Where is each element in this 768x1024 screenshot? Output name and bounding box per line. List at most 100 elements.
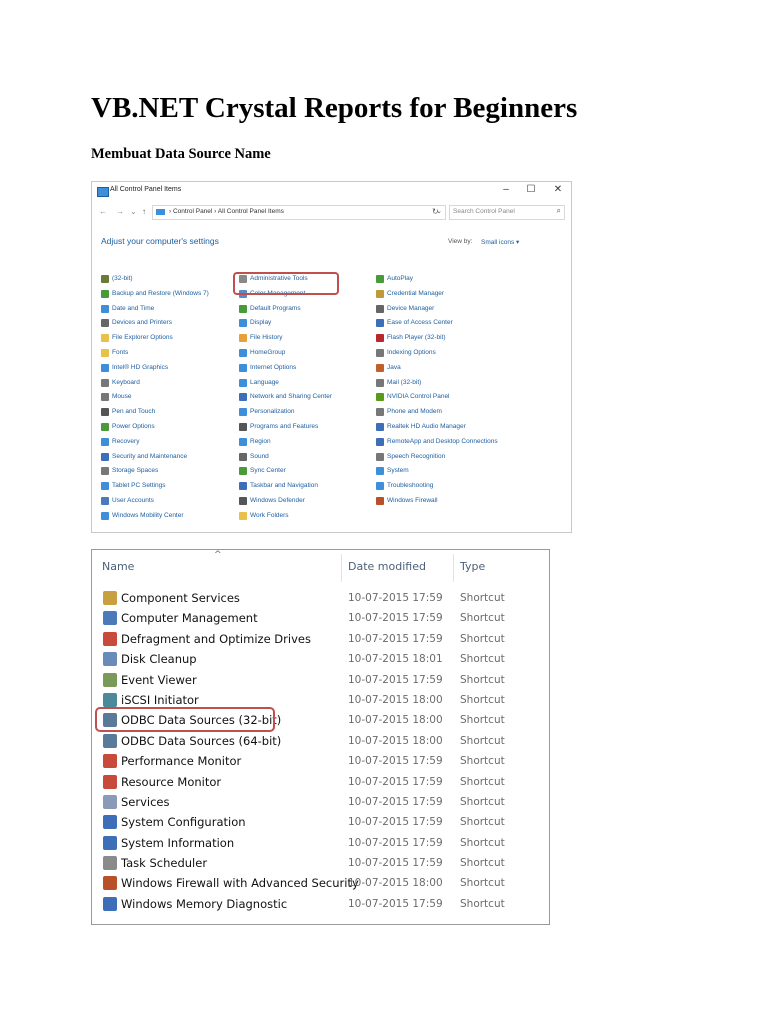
defender-icon [239, 496, 247, 505]
control-panel-item[interactable]: Recovery [101, 437, 209, 452]
view-by-dropdown[interactable]: Small icons ▾ [481, 238, 519, 246]
control-panel-item[interactable]: Mouse [101, 392, 209, 407]
file-row[interactable]: Resource Monitor 10-07-2015 17:59 Shortcut [92, 772, 549, 792]
control-panel-item[interactable]: Default Programs [239, 304, 332, 319]
file-type: Shortcut [460, 816, 505, 829]
back-arrow-icon[interactable]: ← [99, 207, 107, 216]
control-panel-item-label: Region [250, 437, 271, 445]
column-header-name[interactable]: Name [102, 560, 134, 573]
control-panel-item[interactable]: Taskbar and Navigation [239, 481, 332, 496]
recent-locations-icon[interactable]: ⌄ [130, 207, 137, 216]
control-panel-item[interactable]: HomeGroup [239, 348, 332, 363]
file-row[interactable]: ODBC Data Sources (64-bit) 10-07-2015 18:… [92, 731, 549, 751]
control-panel-item[interactable]: File History [239, 333, 332, 348]
control-panel-item[interactable]: Storage Spaces [101, 466, 209, 481]
control-panel-item[interactable]: System [376, 466, 498, 481]
homegroup-icon [239, 348, 247, 357]
file-row[interactable]: Performance Monitor 10-07-2015 17:59 Short… [92, 751, 549, 771]
tablet-icon [101, 482, 109, 491]
control-panel-item[interactable]: RemoteApp and Desktop Connections [376, 437, 498, 452]
control-panel-item[interactable]: Language [239, 378, 332, 393]
control-panel-item[interactable]: Ease of Access Center [376, 318, 498, 333]
address-path: › Control Panel › All Control Panel Item… [169, 208, 284, 215]
refresh-icon[interactable]: ↻ [432, 207, 439, 216]
folder-icon [101, 334, 109, 343]
control-panel-item[interactable]: Phone and Modem [376, 407, 498, 422]
control-panel-item[interactable]: Indexing Options [376, 348, 498, 363]
control-panel-item[interactable]: Pen and Touch [101, 407, 209, 422]
control-panel-item-label: Intel® HD Graphics [112, 363, 169, 371]
control-panel-item[interactable]: Flash Player (32-bit) [376, 333, 498, 348]
control-panel-item[interactable]: Intel® HD Graphics [101, 363, 209, 378]
close-button[interactable]: ✕ [550, 184, 566, 195]
file-row[interactable]: Computer Management 10-07-2015 17:59 Short… [92, 608, 549, 628]
control-panel-item-label: NVIDIA Control Panel [387, 393, 450, 401]
display-icon [239, 319, 247, 328]
control-panel-item-label: Power Options [112, 422, 155, 430]
up-arrow-icon[interactable]: ↑ [142, 207, 146, 216]
services-icon [103, 794, 117, 809]
control-panel-item[interactable]: Java [376, 363, 498, 378]
file-row[interactable]: Disk Cleanup 10-07-2015 18:01 Shortcut [92, 649, 549, 669]
column-divider[interactable] [453, 554, 454, 582]
control-panel-item[interactable]: Windows Mobility Center [101, 511, 209, 526]
file-date-modified: 10-07-2015 17:59 [348, 755, 443, 768]
control-panel-item[interactable]: Backup and Restore (Windows 7) [101, 289, 209, 304]
control-panel-item[interactable]: Display [239, 318, 332, 333]
file-type: Shortcut [460, 877, 505, 890]
control-panel-item[interactable]: Windows Firewall [376, 496, 498, 511]
control-panel-item-label: Work Folders [250, 511, 289, 519]
control-panel-item[interactable]: (32-bit) [101, 274, 209, 289]
mic-icon [376, 452, 384, 461]
search-input[interactable]: Search Control Panel ⌕ [449, 205, 565, 220]
control-panel-item[interactable]: Internet Options [239, 363, 332, 378]
control-panel-item[interactable]: Date and Time [101, 304, 209, 319]
control-panel-item[interactable]: Region [239, 437, 332, 452]
control-panel-item[interactable]: Work Folders [239, 511, 332, 526]
control-panel-item[interactable]: NVIDIA Control Panel [376, 392, 498, 407]
control-panel-item[interactable]: Realtek HD Audio Manager [376, 422, 498, 437]
control-panel-item-label: File History [250, 334, 283, 342]
column-divider[interactable] [341, 554, 342, 582]
control-panel-item[interactable]: Windows Defender [239, 496, 332, 511]
file-row[interactable]: Event Viewer 10-07-2015 17:59 Shortcut [92, 670, 549, 690]
control-panel-item[interactable]: Credential Manager [376, 289, 498, 304]
control-panel-item[interactable]: Mail (32-bit) [376, 378, 498, 393]
control-panel-item[interactable]: Security and Maintenance [101, 452, 209, 467]
control-panel-item[interactable]: Sync Center [239, 466, 332, 481]
control-panel-item[interactable]: Device Manager [376, 304, 498, 319]
file-row[interactable]: System Configuration 10-07-2015 17:59 Shor… [92, 812, 549, 832]
forward-arrow-icon[interactable]: → [116, 207, 124, 216]
control-panel-item[interactable]: Network and Sharing Center [239, 392, 332, 407]
file-row[interactable]: Windows Firewall with Advanced Security 1… [92, 873, 549, 893]
maximize-button[interactable]: ☐ [523, 184, 539, 195]
control-panel-item[interactable]: Tablet PC Settings [101, 481, 209, 496]
file-row[interactable]: Windows Memory Diagnostic 10-07-2015 17:5… [92, 894, 549, 914]
control-panel-item[interactable]: Keyboard [101, 378, 209, 393]
address-bar[interactable]: › Control Panel › All Control Panel Item… [152, 205, 446, 220]
control-panel-item[interactable]: User Accounts [101, 496, 209, 511]
file-row[interactable]: Component Services 10-07-2015 17:59 Shortc… [92, 588, 549, 608]
control-panel-item[interactable]: Fonts [101, 348, 209, 363]
file-row[interactable]: System Information 10-07-2015 17:59 Shortc… [92, 833, 549, 853]
control-panel-item-label: Realtek HD Audio Manager [387, 422, 466, 430]
control-panel-item[interactable]: AutoPlay [376, 274, 498, 289]
control-panel-item[interactable]: Programs and Features [239, 422, 332, 437]
control-panel-item-label: Credential Manager [387, 289, 445, 297]
file-row[interactable]: Task Scheduler 10-07-2015 17:59 Shortcut [92, 853, 549, 873]
control-panel-item[interactable]: File Explorer Options [101, 333, 209, 348]
control-panel-item[interactable]: Sound [239, 452, 332, 467]
control-panel-item[interactable]: Troubleshooting [376, 481, 498, 496]
search-icon[interactable]: ⌕ [557, 206, 561, 216]
phone-icon [376, 408, 384, 417]
control-panel-item[interactable]: Power Options [101, 422, 209, 437]
column-header-date-modified[interactable]: Date modified [348, 560, 426, 573]
control-panel-item[interactable]: Devices and Printers [101, 318, 209, 333]
control-panel-item[interactable]: Speech Recognition [376, 452, 498, 467]
minimize-button[interactable]: – [498, 184, 514, 195]
column-header-type[interactable]: Type [460, 560, 485, 573]
control-panel-item[interactable]: Personalization [239, 407, 332, 422]
file-date-modified: 10-07-2015 17:59 [348, 592, 443, 604]
file-row[interactable]: Defragment and Optimize Drives 10-07-2015… [92, 629, 549, 649]
file-row[interactable]: Services 10-07-2015 17:59 Shortcut [92, 792, 549, 812]
